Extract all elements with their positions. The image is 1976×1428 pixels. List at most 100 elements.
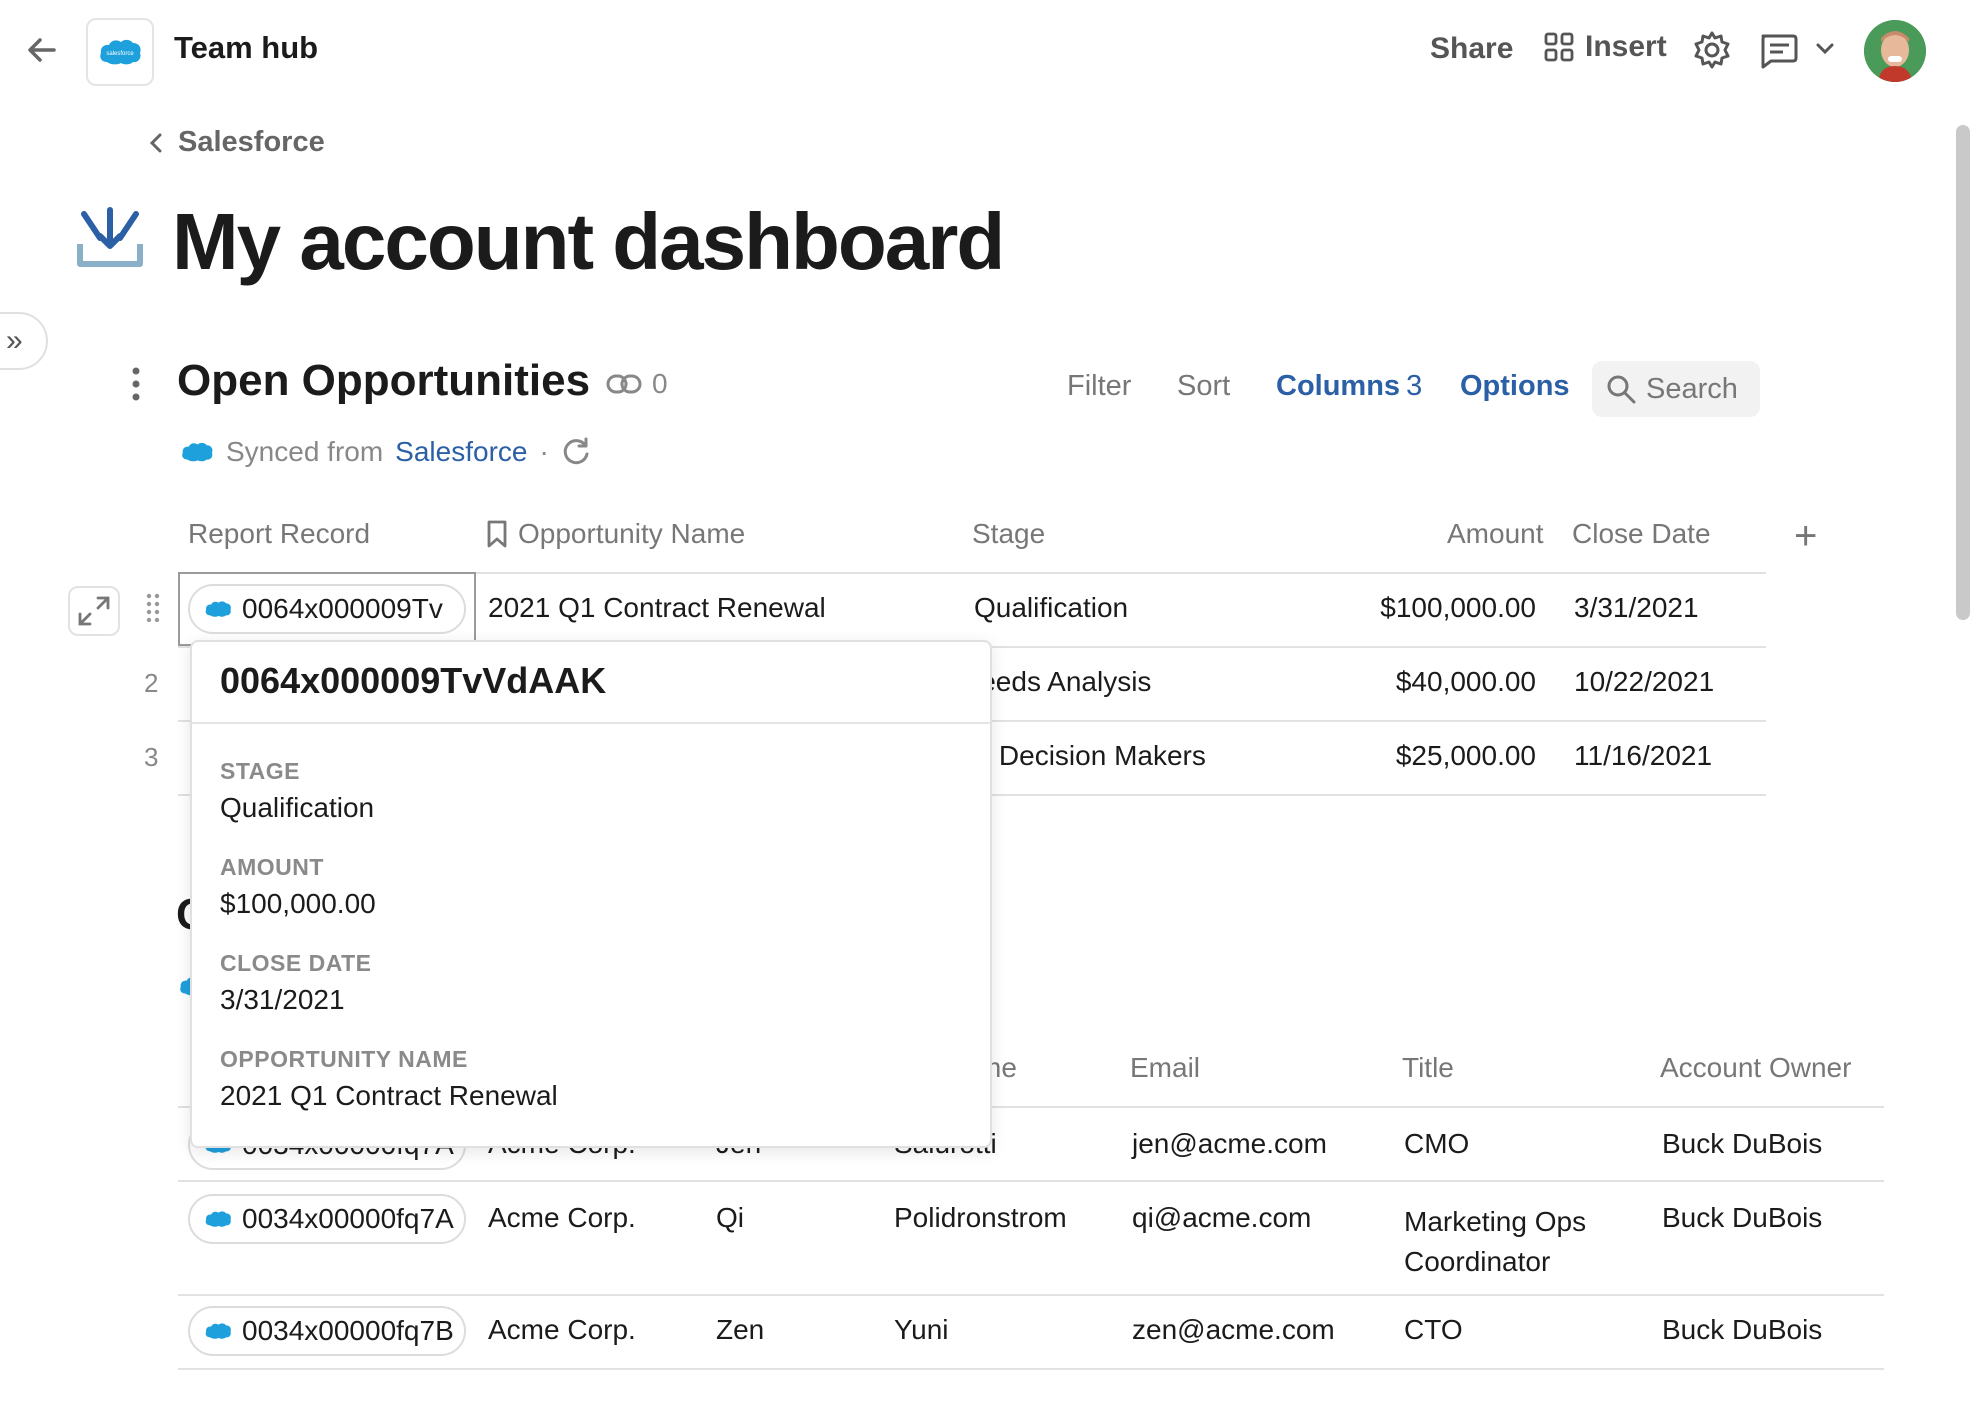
record-id: 0064x000009Tv <box>242 593 443 624</box>
owner-cell[interactable]: Buck DuBois <box>1662 1314 1822 1346</box>
sync-status: Synced from Salesforce · <box>180 436 591 468</box>
amount-cell[interactable]: $100,000.00 <box>1372 592 1536 624</box>
row-divider <box>178 1180 1884 1182</box>
insert-button[interactable]: Insert <box>1543 30 1667 64</box>
title-cell[interactable]: CTO <box>1404 1314 1463 1346</box>
title-cell[interactable]: CMO <box>1404 1128 1469 1160</box>
column-header-opportunity-name[interactable]: Opportunity Name <box>486 518 745 550</box>
share-button[interactable]: Share <box>1430 32 1513 66</box>
kebab-menu-icon[interactable] <box>130 366 142 402</box>
record-id: 0034x00000fq7B <box>242 1315 454 1346</box>
merge-icon[interactable] <box>74 206 146 270</box>
amount-cell[interactable]: $25,000.00 <box>1372 740 1536 772</box>
email-cell[interactable]: zen@acme.com <box>1132 1314 1335 1346</box>
svg-text:salesforce: salesforce <box>106 51 134 57</box>
synced-source-link[interactable]: Salesforce <box>395 436 527 468</box>
column-header-title[interactable]: Title <box>1402 1052 1454 1084</box>
salesforce-logo-icon <box>205 601 231 617</box>
column-header-label: Opportunity Name <box>518 518 746 549</box>
columns-label: Columns <box>1276 370 1401 402</box>
popover-field-value: Qualification <box>220 792 375 823</box>
link-count-value: 0 <box>652 368 668 399</box>
sidebar-expand-button[interactable]: » <box>0 312 48 370</box>
stage-cell[interactable]: Id. Decision Makers <box>960 740 1206 772</box>
popover-field-value: 2021 Q1 Contract Renewal <box>220 1080 558 1111</box>
salesforce-logo-icon <box>205 1211 231 1227</box>
section-title[interactable]: Open Opportunities <box>177 356 590 406</box>
salesforce-logo-icon: salesforce <box>100 39 141 65</box>
doc-title[interactable]: Team hub <box>174 30 318 66</box>
avatar[interactable] <box>1864 20 1926 82</box>
salesforce-logo-icon <box>182 442 213 462</box>
doc-icon[interactable]: salesforce <box>86 18 154 86</box>
amount-cell[interactable]: $40,000.00 <box>1372 666 1536 698</box>
record-id: 0034x00000fq7A <box>242 1203 454 1234</box>
page-title[interactable]: My account dashboard <box>172 196 1005 288</box>
stage-cell[interactable]: Qualification <box>974 592 1128 624</box>
columns-count: 3 <box>1406 370 1423 402</box>
gear-icon[interactable] <box>1692 30 1732 70</box>
owner-cell[interactable]: Buck DuBois <box>1662 1202 1822 1234</box>
breadcrumb[interactable]: Salesforce <box>148 126 325 159</box>
popover-field-label: STAGE <box>220 758 301 784</box>
email-cell[interactable]: jen@acme.com <box>1132 1128 1327 1160</box>
account-cell[interactable]: Acme Corp. <box>488 1202 636 1234</box>
contact-record-chip[interactable]: 0034x00000fq7B <box>188 1306 466 1356</box>
options-button[interactable]: Options <box>1460 370 1570 403</box>
bookmark-icon <box>487 520 507 548</box>
search-placeholder: Search <box>1646 372 1738 405</box>
comment-icon[interactable] <box>1757 30 1799 70</box>
close-date-cell[interactable]: 10/22/2021 <box>1574 666 1714 698</box>
drag-handle-icon[interactable] <box>146 592 160 622</box>
search-input[interactable]: Search <box>1592 361 1760 417</box>
sidebar-expand-icon: » <box>6 324 23 357</box>
last-name-cell[interactable]: Polidronstrom <box>894 1202 1067 1234</box>
row-divider <box>178 1368 1884 1370</box>
account-cell[interactable]: Acme Corp. <box>488 1314 636 1346</box>
refresh-icon[interactable] <box>561 437 591 467</box>
contact-record-chip[interactable]: 0034x00000fq7A <box>188 1194 466 1244</box>
row-number: 2 <box>144 668 159 698</box>
breadcrumb-label: Salesforce <box>178 126 325 158</box>
popover-title[interactable]: 0064x000009TvVdAAK <box>220 660 606 702</box>
filter-button[interactable]: Filter <box>1067 370 1131 403</box>
opportunity-name-cell[interactable]: 2021 Q1 Contract Renewal <box>488 592 826 624</box>
record-detail-popover[interactable]: 0064x000009TvVdAAK STAGE Qualification A… <box>190 640 992 1148</box>
close-date-cell[interactable]: 3/31/2021 <box>1574 592 1699 624</box>
insert-label: Insert <box>1585 30 1667 63</box>
column-header-email[interactable]: Email <box>1130 1052 1200 1084</box>
first-name-cell[interactable]: Zen <box>716 1314 764 1346</box>
columns-button[interactable]: Columns 3 <box>1276 370 1422 403</box>
popover-field-label: AMOUNT <box>220 854 324 880</box>
back-arrow-icon[interactable] <box>22 30 62 70</box>
row-number: 3 <box>144 742 159 772</box>
synced-prefix: Synced from <box>226 436 384 467</box>
column-header-close-date[interactable]: Close Date <box>1572 518 1711 550</box>
report-record-chip[interactable]: 0064x000009Tv <box>188 584 466 634</box>
search-icon <box>1607 375 1636 404</box>
column-header-amount[interactable]: Amount <box>1447 518 1544 550</box>
row-divider <box>178 1294 1884 1296</box>
popover-field-value: $100,000.00 <box>220 888 376 919</box>
owner-cell[interactable]: Buck DuBois <box>1662 1128 1822 1160</box>
grid-icon <box>1544 32 1574 62</box>
link-count[interactable]: 0 <box>606 368 668 400</box>
first-name-cell[interactable]: Qi <box>716 1202 744 1234</box>
title-cell[interactable]: Marketing Ops Coordinator <box>1404 1202 1624 1282</box>
link-icon <box>606 374 642 394</box>
column-header-account-owner[interactable]: Account Owner <box>1660 1052 1851 1084</box>
expand-icon <box>78 596 110 626</box>
column-header-report-record[interactable]: Report Record <box>188 518 370 550</box>
top-bar: salesforce Team hub Share Insert <box>0 0 1976 100</box>
add-column-plus-icon[interactable]: + <box>1794 514 1817 559</box>
chevron-down-icon[interactable] <box>1814 40 1836 58</box>
page-scrollbar[interactable] <box>1956 125 1970 620</box>
close-date-cell[interactable]: 11/16/2021 <box>1574 740 1712 772</box>
column-header-stage[interactable]: Stage <box>972 518 1045 550</box>
popover-field-label: OPPORTUNITY NAME <box>220 1046 468 1072</box>
last-name-cell[interactable]: Yuni <box>894 1314 949 1346</box>
sort-button[interactable]: Sort <box>1177 370 1230 403</box>
expand-row-button[interactable] <box>68 586 120 636</box>
email-cell[interactable]: qi@acme.com <box>1132 1202 1311 1234</box>
popover-divider <box>192 722 990 724</box>
